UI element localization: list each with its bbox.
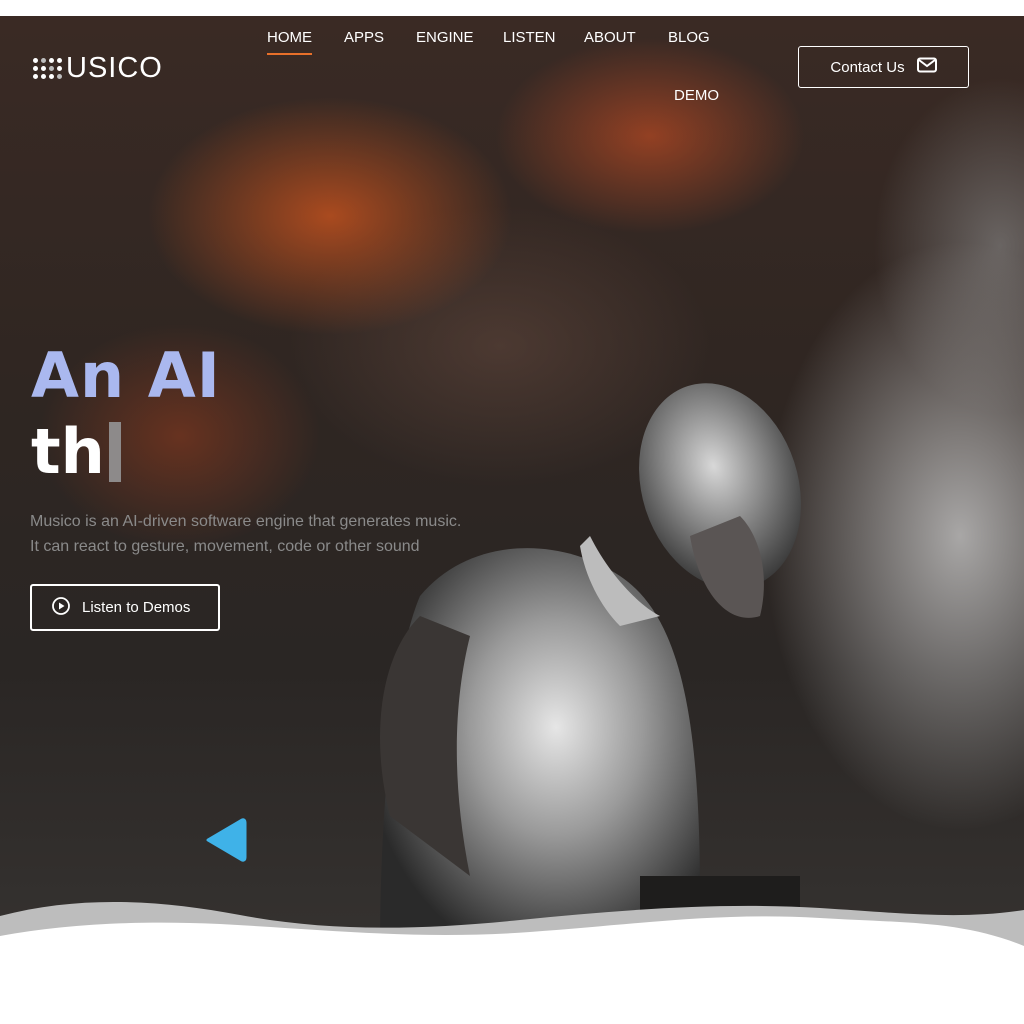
- logo-text: USICO: [66, 52, 163, 84]
- envelope-icon: [916, 57, 937, 77]
- nav-item-home[interactable]: HOME: [267, 29, 312, 55]
- listen-to-demos-label: Listen to Demos: [82, 599, 191, 616]
- hero-description: Musico is an AI-driven software engine t…: [30, 509, 550, 559]
- typing-cursor: [108, 422, 121, 482]
- headline-line-1: An AI: [31, 339, 221, 412]
- nav-item-listen[interactable]: LISTEN: [503, 29, 556, 46]
- top-strip: [0, 0, 1024, 16]
- contact-us-button[interactable]: Contact Us: [798, 46, 969, 88]
- musico-logo[interactable]: USICO: [33, 52, 163, 85]
- contact-us-label: Contact Us: [830, 58, 905, 76]
- description-line-2: It can react to gesture, movement, code …: [30, 538, 420, 555]
- headline-line-2: th: [31, 414, 221, 490]
- nav-item-demo[interactable]: DEMO: [674, 87, 719, 104]
- hero-headline: An AI th: [31, 338, 221, 490]
- logo-dots-icon: [33, 58, 62, 79]
- play-circle-icon: [52, 596, 70, 619]
- play-triangle-icon[interactable]: [204, 816, 248, 864]
- listen-to-demos-button[interactable]: Listen to Demos: [30, 584, 220, 631]
- wave-divider: [0, 901, 1024, 1024]
- nav-item-blog[interactable]: BLOG: [668, 29, 710, 46]
- typed-text: th: [31, 415, 105, 488]
- hero-section: USICO HOME APPS ENGINE LISTEN ABOUT BLOG…: [0, 16, 1024, 946]
- nav-item-apps[interactable]: APPS: [344, 29, 384, 46]
- nav-item-about[interactable]: ABOUT: [584, 29, 636, 46]
- nav-item-engine[interactable]: ENGINE: [416, 29, 474, 46]
- description-line-1: Musico is an AI-driven software engine t…: [30, 513, 462, 530]
